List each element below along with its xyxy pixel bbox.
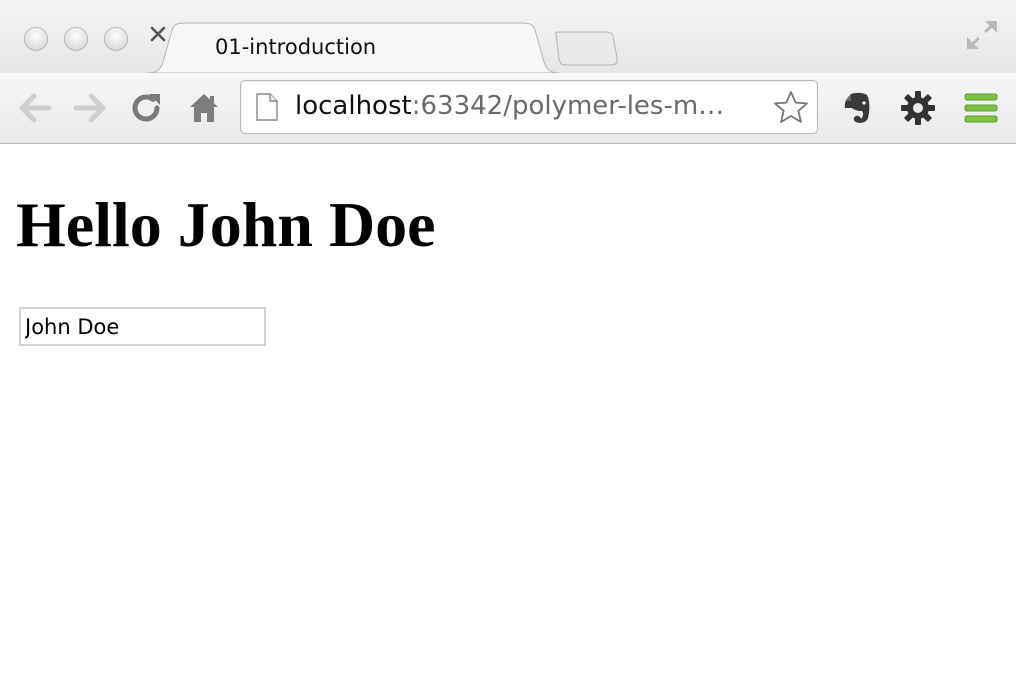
home-icon[interactable] [186, 91, 222, 125]
zoom-window-button[interactable] [104, 27, 128, 51]
fullscreen-icon[interactable] [966, 20, 998, 50]
minimize-window-button[interactable] [64, 27, 88, 51]
address-bar[interactable]: localhost:63342/polymer-les-m… [240, 80, 818, 134]
tab-active[interactable]: 01-introduction [147, 22, 560, 74]
hamburger-menu-icon[interactable] [963, 92, 999, 124]
new-tab-button[interactable] [552, 31, 620, 67]
close-icon[interactable] [147, 22, 169, 46]
page-content: Hello John Doe [0, 145, 1016, 682]
gear-icon[interactable] [900, 90, 936, 126]
page-heading: Hello John Doe [16, 189, 436, 260]
name-input[interactable] [19, 307, 266, 346]
browser-toolbar: localhost:63342/polymer-les-m… [0, 73, 1016, 144]
tab-strip: 01-introduction [0, 0, 1016, 74]
reload-icon[interactable] [129, 91, 165, 125]
url-path: :63342/polymer-les-m… [411, 91, 725, 121]
back-arrow-icon[interactable] [17, 91, 53, 125]
evernote-icon[interactable] [842, 91, 872, 125]
browser-window: 01-introduction localhost:63342/polymer-… [0, 0, 1016, 682]
forward-arrow-icon[interactable] [72, 91, 108, 125]
star-icon[interactable] [773, 90, 809, 124]
page-icon [256, 93, 278, 121]
address-url[interactable]: localhost:63342/polymer-les-m… [295, 91, 765, 121]
tab-title: 01-introduction [215, 35, 377, 59]
close-window-button[interactable] [24, 27, 48, 51]
url-host: localhost [295, 91, 412, 121]
